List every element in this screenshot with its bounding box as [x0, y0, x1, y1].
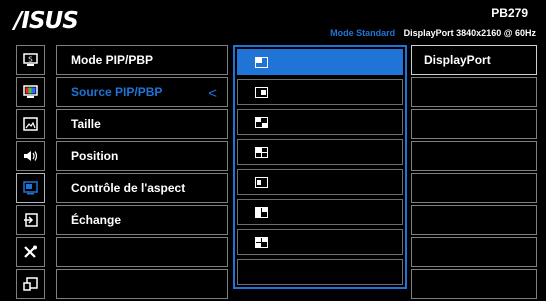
sidebar-item-color[interactable]: [16, 77, 45, 107]
shortcut-icon: [23, 277, 38, 291]
layout-quad-icon: [255, 116, 268, 128]
layout-quad-grid-icon: [255, 146, 268, 158]
option-layout-left-small[interactable]: [237, 169, 403, 195]
menu-item-aspect-control[interactable]: Contrôle de l'aspect: [56, 173, 228, 203]
asus-logo: /ISUS: [14, 8, 79, 34]
sidebar-item-pip-pbp[interactable]: [16, 173, 45, 203]
menu-item-label: Échange: [71, 213, 122, 227]
sidebar-item-system-setup[interactable]: [16, 237, 45, 267]
value-empty: [411, 77, 537, 107]
chevron-left-icon: <: [208, 85, 217, 102]
menu-item-label: Taille: [71, 117, 101, 131]
menu-item-label: Position: [71, 149, 119, 163]
layout-left-small-icon: [255, 176, 268, 188]
splendid-icon: S: [23, 53, 38, 66]
menu-item-pip-mode[interactable]: Mode PIP/PBP: [56, 45, 228, 75]
layout-top-left-icon: [255, 56, 268, 68]
current-mode: Mode Standard: [330, 28, 396, 38]
color-icon: [23, 85, 38, 98]
sound-icon: [24, 151, 38, 161]
menu-item-pip-source[interactable]: Source PIP/PBP <: [56, 77, 228, 107]
input-select-icon: [24, 213, 38, 227]
osd-sidebar: S: [16, 45, 45, 301]
option-layout-top-left[interactable]: [237, 49, 403, 75]
menu-item-empty: [56, 237, 228, 267]
image-icon: [23, 117, 38, 131]
menu-item-label: Contrôle de l'aspect: [71, 181, 186, 195]
pip-pbp-icon: [23, 181, 38, 195]
sidebar-item-shortcut[interactable]: [16, 269, 45, 299]
layout-quad-alt-icon: [255, 236, 268, 248]
menu-item-empty: [56, 269, 228, 299]
system-setup-icon: [24, 245, 37, 258]
menu-item-label: Source PIP/PBP: [71, 85, 163, 99]
option-layout-quad-grid[interactable]: [237, 139, 403, 165]
sidebar-item-input-select[interactable]: [16, 205, 45, 235]
svg-text:S: S: [28, 56, 33, 64]
option-layout-quad[interactable]: [237, 109, 403, 135]
layout-split-icon: [255, 206, 268, 218]
value-label: DisplayPort: [424, 53, 491, 67]
value-empty: [411, 205, 537, 235]
status-bar: Mode Standard DisplayPort 3840x2160 @ 60…: [330, 28, 536, 38]
signal-info: DisplayPort 3840x2160 @ 60Hz: [403, 28, 536, 38]
model-name: PB279: [491, 6, 528, 20]
osd-values: DisplayPort: [411, 45, 537, 301]
layout-right-inset-icon: [255, 86, 268, 98]
osd-menu: Mode PIP/PBP Source PIP/PBP < Taille Posi…: [56, 45, 228, 301]
value-empty: [411, 269, 537, 299]
menu-item-label: Mode PIP/PBP: [71, 53, 154, 67]
option-empty: [237, 259, 403, 285]
menu-item-size[interactable]: Taille: [56, 109, 228, 139]
value-empty: [411, 141, 537, 171]
menu-item-position[interactable]: Position: [56, 141, 228, 171]
sidebar-item-sound[interactable]: [16, 141, 45, 171]
value-empty: [411, 173, 537, 203]
option-layout-quad-alt[interactable]: [237, 229, 403, 255]
sidebar-item-splendid[interactable]: S: [16, 45, 45, 75]
option-layout-split[interactable]: [237, 199, 403, 225]
value-empty: [411, 237, 537, 267]
value-source[interactable]: DisplayPort: [411, 45, 537, 75]
value-empty: [411, 109, 537, 139]
sidebar-item-image[interactable]: [16, 109, 45, 139]
option-layout-right-inset[interactable]: [237, 79, 403, 105]
menu-item-swap[interactable]: Échange: [56, 205, 228, 235]
osd-options: [233, 45, 407, 289]
